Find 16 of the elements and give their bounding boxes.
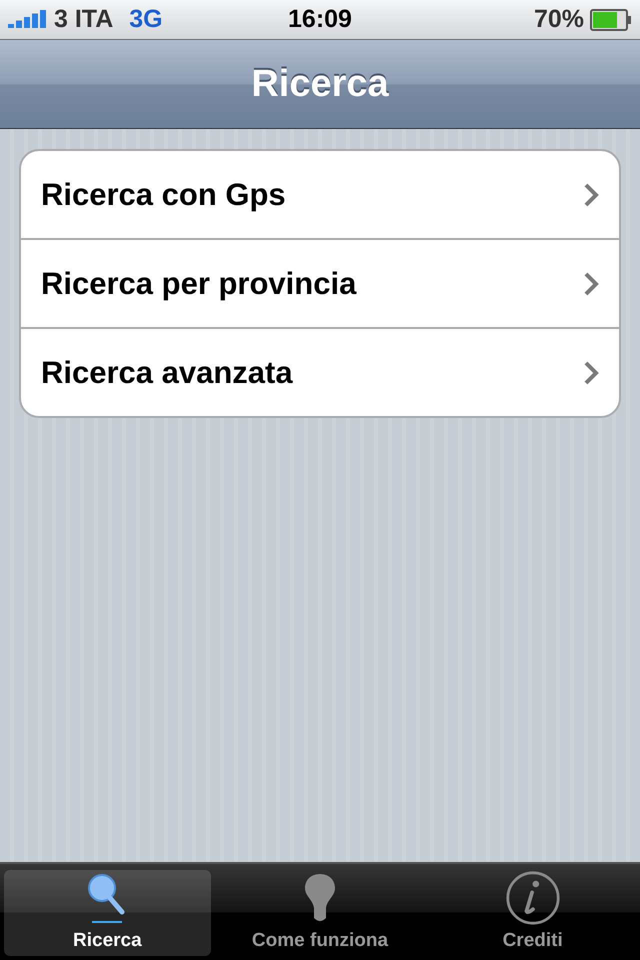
nav-title: Ricerca [251, 62, 389, 106]
chevron-icon [583, 182, 599, 208]
battery-percent: 70% [534, 5, 584, 34]
menu-item[interactable]: Ricerca con Gps [21, 151, 619, 238]
tab-item[interactable]: Crediti [429, 870, 636, 956]
carrier-name: 3 ITA [54, 5, 114, 34]
network-type: 3G [129, 5, 163, 34]
tab-item[interactable]: Come funziona [216, 870, 424, 956]
status-time: 16:09 [288, 5, 352, 34]
chevron-icon [583, 360, 599, 386]
menu-item[interactable]: Ricerca per provincia [21, 238, 619, 327]
tab-item[interactable]: Ricerca [4, 870, 211, 956]
signal-icon [8, 10, 48, 30]
chevron-icon [583, 270, 599, 296]
menu-item[interactable]: Ricerca avanzata [21, 327, 619, 416]
battery-icon [590, 8, 632, 30]
